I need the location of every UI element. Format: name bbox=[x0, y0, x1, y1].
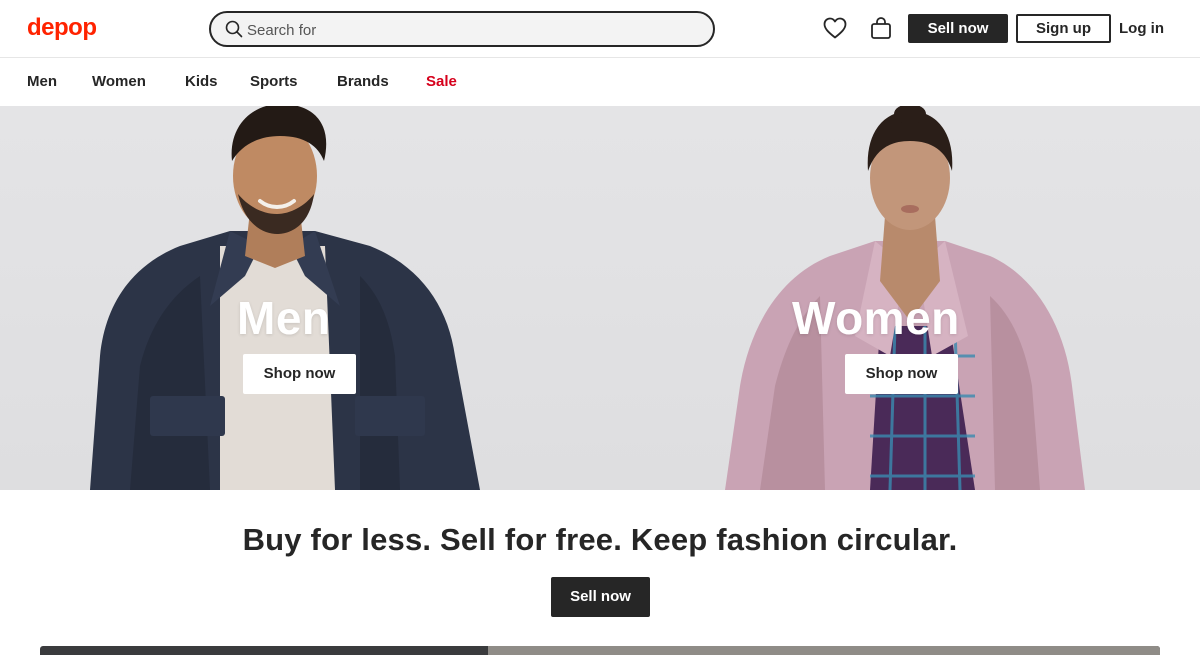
category-nav: Men Women Kids Sports Brands Sale bbox=[0, 58, 1200, 106]
search-icon bbox=[225, 20, 243, 38]
shop-men-button[interactable]: Shop now bbox=[243, 354, 356, 394]
heart-icon[interactable] bbox=[823, 17, 847, 39]
search-input[interactable] bbox=[247, 19, 687, 41]
next-section-banner bbox=[40, 646, 1160, 655]
bag-icon[interactable] bbox=[870, 16, 892, 40]
nav-item-sports[interactable]: Sports bbox=[250, 73, 298, 90]
log-in-link[interactable]: Log in bbox=[1119, 14, 1164, 43]
nav-item-men[interactable]: Men bbox=[27, 73, 57, 90]
nav-item-kids[interactable]: Kids bbox=[185, 73, 218, 90]
nav-item-women[interactable]: Women bbox=[92, 73, 146, 90]
search-bar[interactable] bbox=[209, 11, 715, 47]
hero-men-title: Men bbox=[237, 292, 331, 344]
promo-sell-now-button[interactable]: Sell now bbox=[551, 577, 650, 617]
hero-banner: Men Shop now Women Shop now bbox=[0, 106, 1200, 490]
hero-women-title: Women bbox=[792, 292, 960, 344]
sell-now-button[interactable]: Sell now bbox=[908, 14, 1008, 43]
depop-logo[interactable]: depop bbox=[27, 14, 97, 42]
next-section-image bbox=[488, 646, 1160, 655]
nav-item-sale[interactable]: Sale bbox=[426, 73, 457, 90]
nav-item-brands[interactable]: Brands bbox=[337, 73, 389, 90]
sign-up-button[interactable]: Sign up bbox=[1016, 14, 1111, 43]
site-header: depop Sell now Sign up Log in bbox=[0, 0, 1200, 58]
promo-tagline: Buy for less. Sell for free. Keep fashio… bbox=[242, 522, 958, 557]
shop-women-button[interactable]: Shop now bbox=[845, 354, 958, 394]
